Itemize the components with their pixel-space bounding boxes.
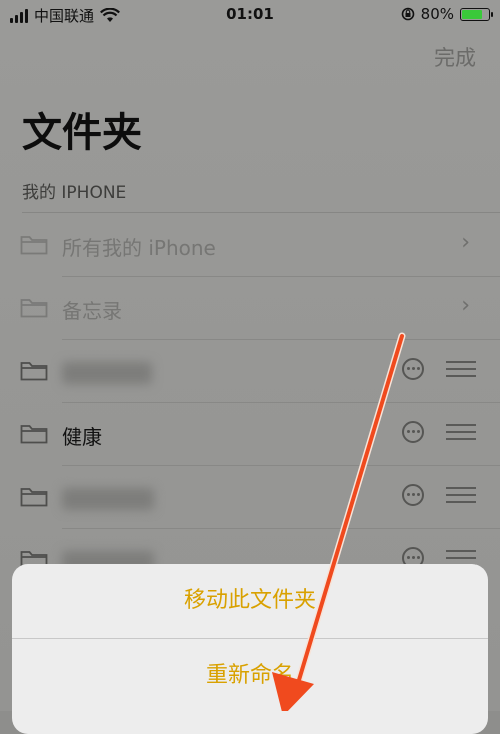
section-divider (22, 212, 500, 213)
folder-label-redacted (62, 488, 154, 510)
more-options-icon[interactable] (402, 421, 424, 443)
folder-icon (20, 236, 48, 255)
more-options-icon[interactable] (402, 484, 424, 506)
action-sheet: 移动此文件夹 重新命名 (12, 564, 488, 734)
done-button[interactable]: 完成 (434, 42, 476, 72)
folder-label: 备忘录 (62, 299, 122, 323)
folder-icon (20, 488, 48, 507)
folder-row-blurred-2[interactable] (0, 466, 500, 529)
folder-label-redacted (62, 362, 152, 384)
orientation-lock-icon (401, 7, 414, 21)
folder-label: 所有我的 iPhone (62, 236, 216, 260)
move-folder-button[interactable]: 移动此文件夹 (12, 564, 488, 638)
folder-icon (20, 362, 48, 381)
status-bar: 中国联通 01:01 80% (0, 0, 500, 30)
battery-icon (460, 7, 493, 21)
reorder-handle-icon[interactable] (446, 487, 476, 503)
folder-row-blurred-1[interactable] (0, 340, 500, 403)
chevron-right-icon: › (461, 293, 470, 318)
reorder-handle-icon[interactable] (446, 424, 476, 440)
folder-row-notes[interactable]: 备忘录 › (0, 277, 500, 340)
folder-icon (20, 425, 48, 444)
status-right: 80% (401, 5, 493, 23)
folder-row-all-iphone[interactable]: 所有我的 iPhone › (0, 214, 500, 277)
rename-button[interactable]: 重新命名 (12, 639, 488, 713)
battery-percent: 80% (420, 5, 454, 23)
folders-screen: 中国联通 01:01 80% 完成 文件夹 我的 IPHONE 所有我的 iPh… (0, 0, 500, 734)
folder-label: 健康 (62, 425, 102, 449)
page-title: 文件夹 (22, 110, 142, 156)
chevron-right-icon: › (461, 230, 470, 255)
reorder-handle-icon[interactable] (446, 361, 476, 377)
battery-fill (462, 9, 482, 19)
section-header: 我的 IPHONE (22, 183, 127, 203)
folder-row-health[interactable]: 健康 (0, 403, 500, 466)
folder-icon (20, 299, 48, 318)
more-options-icon[interactable] (402, 358, 424, 380)
